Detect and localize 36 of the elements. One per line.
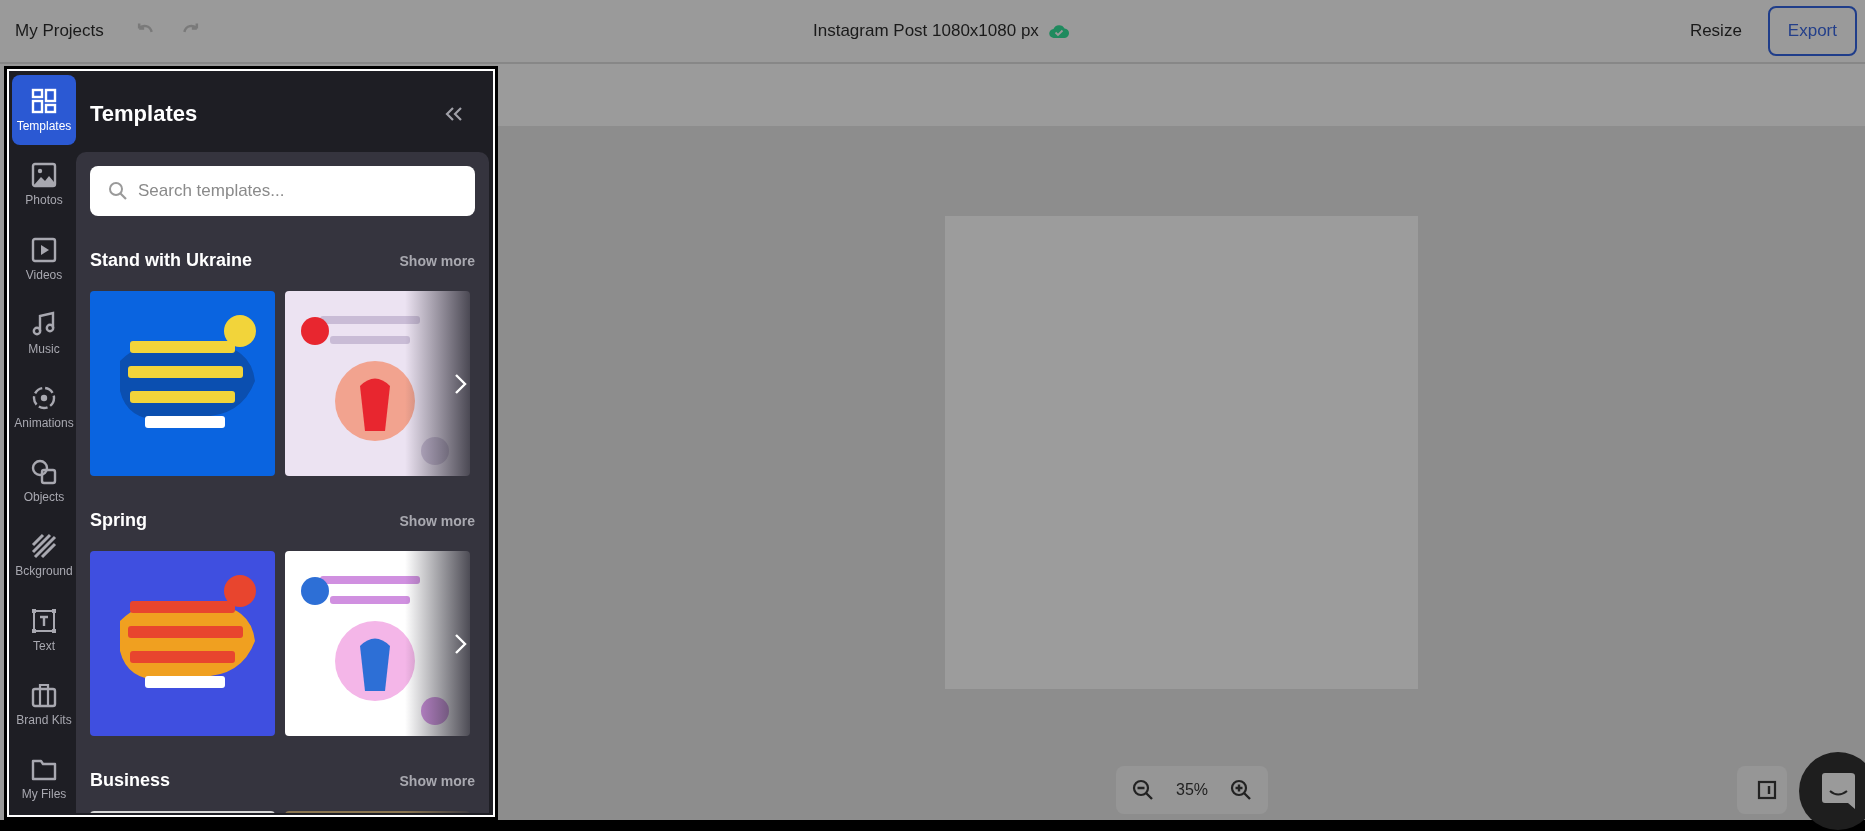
sidebar-tab[interactable]: Templates — [12, 75, 76, 146]
my-projects-link[interactable]: My Projects — [15, 21, 104, 41]
sidebar-tab[interactable]: Objects — [12, 446, 76, 517]
play-icon — [30, 235, 58, 264]
sidebar-tab[interactable]: Videos — [12, 223, 76, 294]
section-title: Stand with Ukraine — [90, 250, 253, 271]
show-more-link[interactable]: Show more — [399, 252, 475, 269]
resize-button[interactable]: Resize — [1683, 15, 1748, 47]
section-title: Business — [90, 770, 171, 791]
search-field[interactable]: Search templates... — [90, 166, 475, 216]
collapse-icon[interactable] — [445, 105, 463, 122]
show-more-link[interactable]: Show more — [399, 512, 475, 529]
sidebar-tab[interactable]: Photos — [12, 149, 76, 220]
sidebar-tab[interactable]: Text — [12, 594, 76, 665]
chat-button[interactable] — [1799, 752, 1865, 830]
sidebar-tab[interactable]: My Files — [12, 742, 76, 814]
grid-icon — [30, 87, 58, 116]
side-panel-icon — [1757, 780, 1777, 800]
cloud-check-icon — [1048, 23, 1069, 39]
image-icon — [30, 161, 58, 190]
sidebar-tab[interactable]: Brand Kits — [12, 668, 76, 739]
sidebar-tab[interactable]: Bckground — [12, 520, 76, 591]
zoom-in-icon[interactable] — [1230, 779, 1253, 801]
sidebar-tab[interactable]: Music — [12, 297, 76, 368]
section-title: Spring — [90, 510, 147, 531]
shapes-icon — [30, 458, 58, 487]
zoom-level: 35% — [1176, 781, 1209, 799]
text-frame-icon — [30, 606, 58, 635]
show-more-link[interactable]: Show more — [399, 772, 475, 789]
panel-title: Templates — [90, 100, 198, 127]
sidebar-tab[interactable]: Animations — [12, 371, 76, 442]
document-title[interactable]: Instagram Post 1080x1080 px — [813, 21, 1039, 41]
search-icon — [108, 181, 128, 201]
stripes-icon — [30, 532, 58, 561]
panel-toggle-button[interactable] — [1737, 766, 1787, 814]
zoom-out-icon[interactable] — [1132, 779, 1154, 801]
